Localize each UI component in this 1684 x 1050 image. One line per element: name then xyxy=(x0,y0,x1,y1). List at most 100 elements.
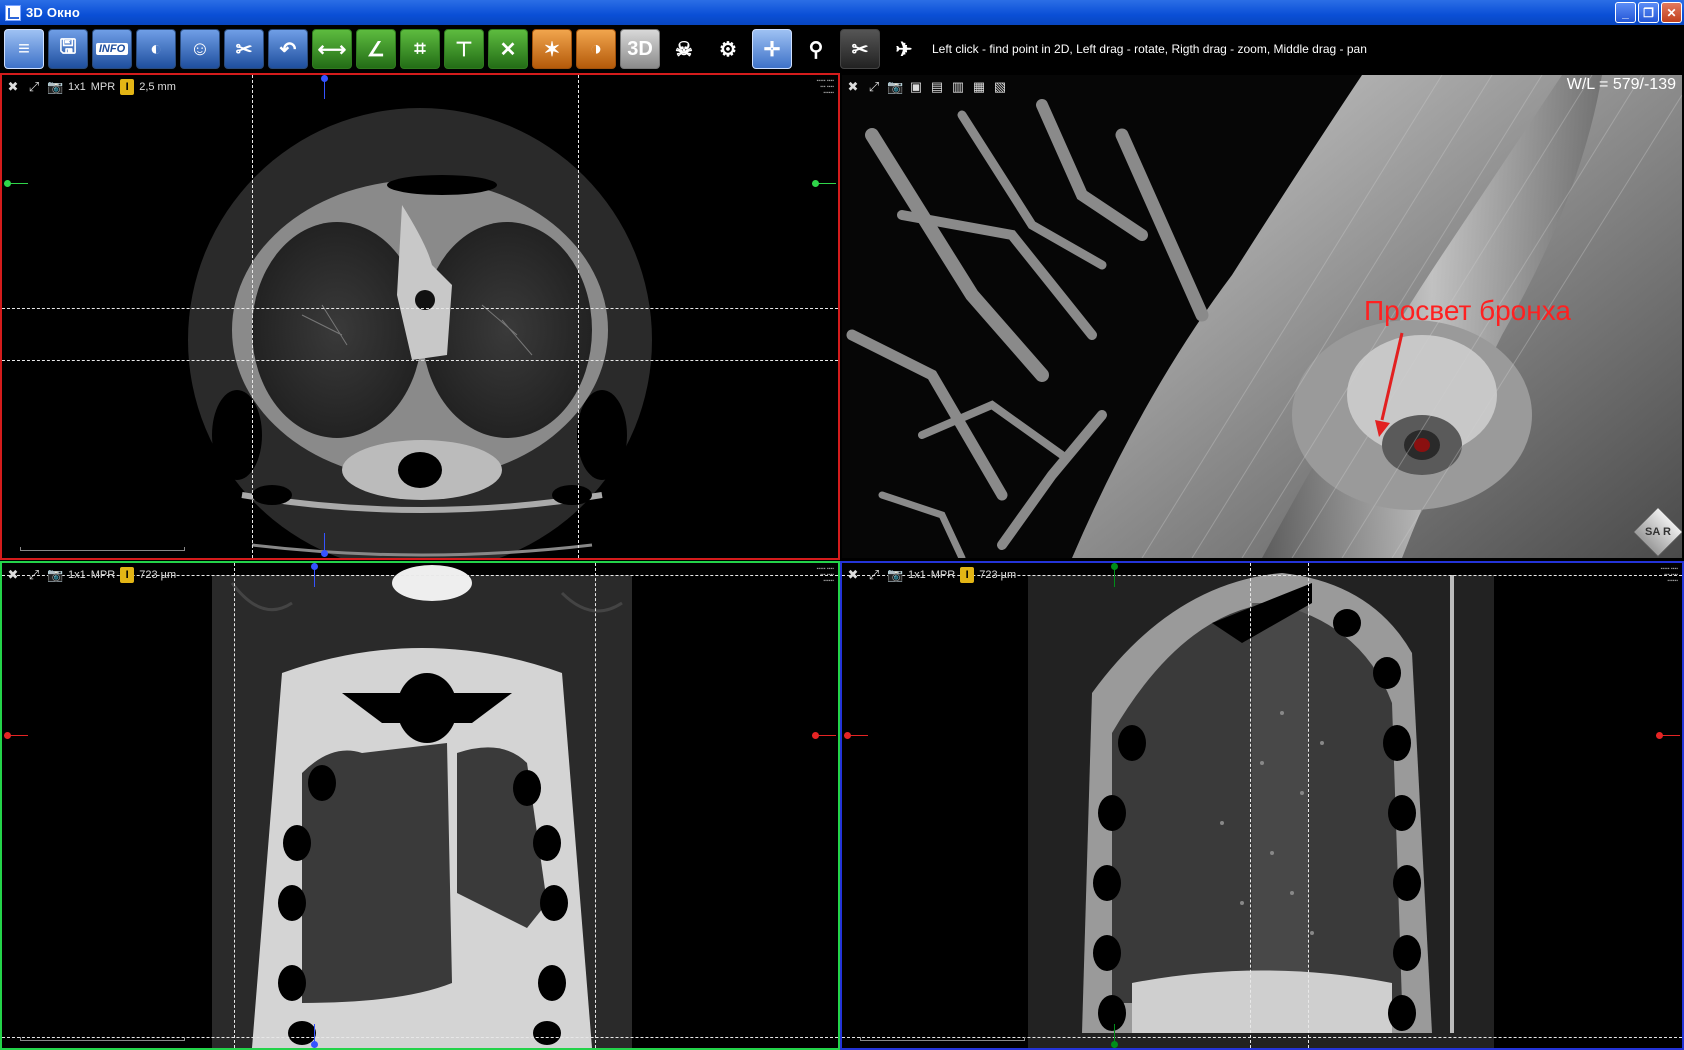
sagittal-ct-image xyxy=(1028,573,1494,1048)
contrast-gear-icon: ◐ xyxy=(149,37,163,60)
volume-viewport[interactable]: ✖ ⤢ 📷 ▣ ▤ ▥ ▦ ▧ W/L = 579/-139 Просвет б… xyxy=(840,73,1684,560)
thickness-label[interactable]: 2,5 mm xyxy=(139,81,176,93)
right-slice-marker[interactable] xyxy=(1656,731,1680,741)
magnifier-button[interactable]: ⚲ xyxy=(796,29,836,69)
tools-icon[interactable]: ✖ xyxy=(5,567,21,583)
thickness-label[interactable]: 723 µm xyxy=(139,569,176,581)
info-icon: INFO xyxy=(95,43,129,55)
scale-bar xyxy=(860,1037,1025,1041)
skull-button[interactable]: ☠ xyxy=(664,29,704,69)
bounding-box-icon[interactable]: ▧ xyxy=(992,79,1008,95)
axial-viewport-toolbar: ✖ ⤢ 📷 1x1 MPR I 2,5 mm xyxy=(5,77,176,97)
crosshair-horizontal[interactable] xyxy=(2,308,838,309)
crosshair-vertical-2[interactable] xyxy=(578,75,579,558)
axial-viewport[interactable]: ✖ ⤢ 📷 1x1 MPR I 2,5 mm ▪▪▪▪▪ ▪▪▪▪ ▪▪▪ ▪▪▪… xyxy=(0,73,840,560)
ruler-button[interactable]: ⟷ xyxy=(312,29,352,69)
crosshair-vertical[interactable] xyxy=(1250,563,1251,1048)
bottom-slice-marker[interactable] xyxy=(320,533,330,557)
minimize-button[interactable]: _ xyxy=(1615,2,1636,23)
head-settings-button[interactable]: ☺ xyxy=(180,29,220,69)
crosshair-horizontal-2[interactable] xyxy=(2,360,838,361)
undo-button[interactable]: ↶ xyxy=(268,29,308,69)
angle-button[interactable]: ∠ xyxy=(356,29,396,69)
layout-label[interactable]: 1x1 xyxy=(68,569,86,581)
layout-label[interactable]: 1x1 xyxy=(68,81,86,93)
right-slice-marker[interactable] xyxy=(812,179,836,189)
tools-button[interactable]: ✂ xyxy=(224,29,264,69)
ruler-icon: ⟷ xyxy=(317,38,347,61)
mouse-hint: Left click - find point in 2D, Left drag… xyxy=(932,42,1367,56)
save-button[interactable]: 🖫 xyxy=(48,29,88,69)
info-button[interactable]: INFO xyxy=(92,29,132,69)
left-slice-marker[interactable] xyxy=(4,179,28,189)
scissors-button[interactable]: ✂ xyxy=(840,29,880,69)
top-slice-marker[interactable] xyxy=(310,563,320,587)
render-settings-button[interactable]: ◐ xyxy=(136,29,176,69)
thickness-icon[interactable]: I xyxy=(960,567,975,583)
camera-icon[interactable]: 📷 xyxy=(47,79,63,95)
slab-icon[interactable]: ▦ xyxy=(971,79,987,95)
close-icon: ✕ xyxy=(499,38,517,61)
top-slice-marker[interactable] xyxy=(320,75,330,99)
airplane-icon: ✈ xyxy=(895,38,913,61)
volume-viewport-toolbar: ✖ ⤢ 📷 ▣ ▤ ▥ ▦ ▧ xyxy=(845,77,1008,97)
maximize-icon[interactable]: ⤢ xyxy=(866,567,882,583)
clip-plane-icon[interactable]: ▥ xyxy=(950,79,966,95)
orientation-cube-label: SA R xyxy=(1645,526,1671,538)
maximize-icon[interactable]: ⤢ xyxy=(26,79,42,95)
camera-icon[interactable]: 📷 xyxy=(887,79,903,95)
head-gear-icon: ⚙ xyxy=(719,38,737,61)
series-list-button[interactable]: ≡ xyxy=(4,29,44,69)
invert-button[interactable]: ◑ xyxy=(576,29,616,69)
thickness-label[interactable]: 723 µm xyxy=(979,569,1016,581)
right-slice-marker[interactable] xyxy=(812,731,836,741)
thickness-icon[interactable]: I xyxy=(120,567,135,583)
camera-icon[interactable]: 📷 xyxy=(887,567,903,583)
floppy-icon: 🖫 xyxy=(59,36,77,58)
crosshair-vertical-2[interactable] xyxy=(1308,563,1309,1048)
maximize-icon[interactable]: ⤢ xyxy=(26,567,42,583)
mode-label[interactable]: MPR xyxy=(931,569,955,581)
layout-label[interactable]: 1x1 xyxy=(908,569,926,581)
volume-render-button[interactable]: ✶ xyxy=(532,29,572,69)
crop-icon[interactable]: ▣ xyxy=(908,79,924,95)
main-toolbar: ≡ 🖫 INFO ◐ ☺ ✂ ↶ ⟷ ∠ ⌗ ⊤ ✕ ✶ ◑ 3D ☠ ⚙ ✛ ⚲ ✂ ✈ Left click - f… xyxy=(0,25,1684,73)
crosshair-vertical[interactable] xyxy=(252,75,253,558)
sagittal-viewport-toolbar: ✖ ⤢ 📷 1x1 MPR I 723 µm xyxy=(845,565,1016,585)
fly-through-button[interactable]: ✈ xyxy=(884,29,924,69)
roi-button[interactable]: ⌗ xyxy=(400,29,440,69)
sagittal-viewport[interactable]: ✖ ⤢ 📷 1x1 MPR I 723 µm ▪▪▪▪▪ ▪▪▪▪ ▪▪▪ ▪▪▪… xyxy=(840,561,1684,1050)
bottom-slice-marker[interactable] xyxy=(310,1024,320,1048)
head-gear-button[interactable]: ⚙ xyxy=(708,29,748,69)
roi-icon: ⌗ xyxy=(414,37,426,60)
clip-box-icon[interactable]: ▤ xyxy=(929,79,945,95)
axial-ct-image xyxy=(188,108,652,558)
top-slice-marker[interactable] xyxy=(1110,563,1120,587)
camera-icon[interactable]: 📷 xyxy=(47,567,63,583)
mode-label[interactable]: MPR xyxy=(91,569,115,581)
tools-icon[interactable]: ✖ xyxy=(5,79,21,95)
toolbar-buttons: ≡ 🖫 INFO ◐ ☺ ✂ ↶ ⟷ ∠ ⌗ ⊤ ✕ ✶ ◑ 3D ☠ ⚙ ✛ ⚲ ✂ ✈ xyxy=(4,29,928,69)
left-slice-marker[interactable] xyxy=(4,731,28,741)
bottom-slice-marker[interactable] xyxy=(1110,1024,1120,1048)
coronal-viewport[interactable]: ✖ ⤢ 📷 1x1 MPR I 723 µm ▪▪▪▪▪ ▪▪▪▪ ▪▪▪ ▪▪▪… xyxy=(0,561,840,1050)
title-bar: 3D Окно _ ❐ ✕ xyxy=(0,0,1684,25)
crosshair-button[interactable]: ✛ xyxy=(752,29,792,69)
3d-button[interactable]: 3D xyxy=(620,29,660,69)
maximize-icon[interactable]: ⤢ xyxy=(866,79,882,95)
tools-icon[interactable]: ✖ xyxy=(845,79,861,95)
mode-label[interactable]: MPR xyxy=(91,81,115,93)
tools-icon[interactable]: ✖ xyxy=(845,567,861,583)
thickness-icon[interactable]: I xyxy=(120,79,135,95)
skull-icon: ☠ xyxy=(675,38,693,61)
crosshair-vertical-2[interactable] xyxy=(595,563,596,1048)
delete-button[interactable]: ✕ xyxy=(488,29,528,69)
crosshair-vertical[interactable] xyxy=(234,563,235,1048)
left-slice-marker[interactable] xyxy=(844,731,868,741)
series-icon: ≡ xyxy=(18,37,30,60)
annotation-button[interactable]: ⊤ xyxy=(444,29,484,69)
window-level-readout: W/L = 579/-139 xyxy=(1566,76,1676,93)
bronchus-lumen-annotation[interactable]: Просвет бронха xyxy=(1364,295,1571,327)
maximize-button[interactable]: ❐ xyxy=(1638,2,1659,23)
close-button[interactable]: ✕ xyxy=(1661,2,1682,23)
